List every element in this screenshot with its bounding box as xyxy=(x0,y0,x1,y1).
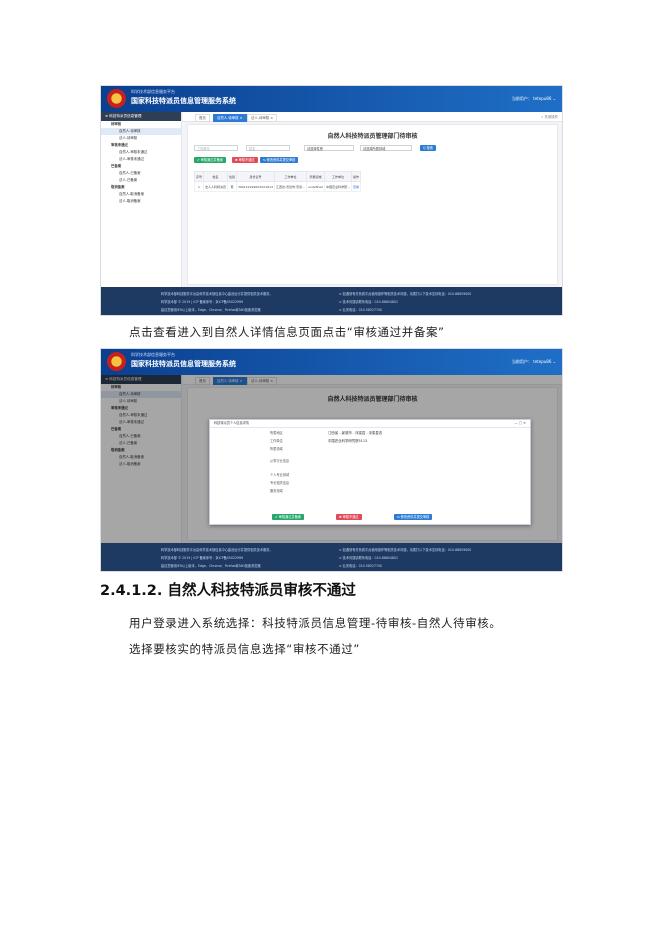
national-emblem-icon xyxy=(107,352,126,371)
detail-field-label: 所属领域 xyxy=(270,447,283,451)
search-button[interactable]: Q 搜索 xyxy=(420,145,436,151)
column-header[interactable]: 姓名 xyxy=(203,171,229,182)
system-subtitle: 科学技术部信息服务平台 xyxy=(131,352,175,357)
screenshot-list-view: 科学技术部信息服务平台 国家科技特派员信息管理服务系统 当前用户： tetepu… xyxy=(100,85,563,316)
tab-natural-pending[interactable]: 自然人-待审核 × xyxy=(213,114,247,122)
footer-line: ⊙ 业务电话：010-58527700 xyxy=(339,308,383,312)
detail-field-label: 专长相关信息 xyxy=(270,481,290,485)
footer-line: 科学技术部科技服务平台由科学技术部信息中心建设运行并提供相关技术服务。 xyxy=(161,292,273,296)
system-subtitle: 科学技术部信息服务平台 xyxy=(131,89,175,94)
main-area: 首页 自然人-待审核 × 法人-待审核 × » 关闭操作 自然人科技特派员管理部… xyxy=(183,112,562,287)
footer: 科学技术部科技服务平台由科学技术部信息中心建设运行并提供相关技术服务。 科学技术… xyxy=(101,287,562,315)
region-value: 江西省 - 景德市 - 浮梁县 - 浮梁县农 xyxy=(328,431,383,435)
current-user-menu[interactable]: 当前用户： tetepu86 ⌄ xyxy=(512,96,556,102)
table-row[interactable]: 1 法人人科特派员男 3601221996XXXX1613 江西省-景德市-景德...… xyxy=(193,181,362,192)
column-header[interactable]: 操作 xyxy=(350,171,362,182)
column-header[interactable]: 工作单位 xyxy=(324,171,352,182)
edit-resubmit-button[interactable]: ⇆ 修改资料并提交审核 xyxy=(260,157,299,163)
modal-title: 科技特派员个人信息详情 xyxy=(214,421,250,425)
sidebar-item[interactable]: 法人-待审核 xyxy=(101,135,181,142)
footer-line: 建议您使用IE9以上版本，Edge、Chrome、Firefox和360极速浏览… xyxy=(161,564,261,568)
sidebar-item[interactable]: 法人-已备案 xyxy=(101,177,181,184)
sidebar-menu: 待审核 自然人-待审核 法人-待审核 审核未通过 自然人-审核未通过 法人-审核未通过 已备… xyxy=(101,121,181,205)
work-unit-value: 中国农业科学研究院5113 xyxy=(328,439,368,443)
screenshot-detail-modal: 科学技术部信息服务平台 国家科技特派员信息管理服务系统 当前用户： tetepu… xyxy=(100,348,563,572)
window-controls-icon[interactable]: — □ ✕ xyxy=(514,420,526,427)
sidebar-item[interactable]: 取消备案 xyxy=(101,184,181,191)
modal-header: 科技特派员个人信息详情 — □ ✕ xyxy=(210,420,530,428)
table-cell: 江西省-景德市-景德... xyxy=(273,181,308,192)
gender-select[interactable]: 请选择性别 xyxy=(304,145,354,151)
table-cell: 男 xyxy=(227,181,238,192)
tab-home[interactable]: 首页 xyxy=(195,114,210,122)
sidebar-item[interactable]: 自然人-已备案 xyxy=(101,170,181,177)
column-header[interactable]: 性别 xyxy=(227,171,238,182)
detail-field-label: 工作单位 xyxy=(270,439,283,443)
reject-button[interactable]: ✖ 审核不通过 xyxy=(336,514,362,520)
caption: 点击查看进入到自然人详情信息页面点击“审核通过并备案” xyxy=(129,325,445,339)
column-header[interactable]: 身份证号 xyxy=(236,171,275,182)
system-title: 国家科技特派员信息管理服务系统 xyxy=(131,97,236,105)
edit-resubmit-button[interactable]: ⇆ 修改资料并提交审核 xyxy=(394,514,433,520)
detail-field-label: 服务领域 xyxy=(270,489,283,493)
view-link[interactable]: 查看 xyxy=(350,181,362,192)
sidebar-item[interactable]: 自然人-待审核 xyxy=(101,128,181,135)
name-filter[interactable]: 姓名 xyxy=(246,145,290,151)
system-title: 国家科技特派员信息管理服务系统 xyxy=(131,360,236,368)
footer-line: ⊙ 业务电话：010-58527700 xyxy=(339,564,383,568)
sidebar-item[interactable]: 已备案 xyxy=(101,163,181,170)
column-header[interactable]: 序号 xyxy=(193,171,205,182)
table-cell: 法人人科特派员 xyxy=(203,181,229,192)
tab-legal-pending[interactable]: 法人-待审核 × xyxy=(247,114,278,122)
footer-line: 建议您使用IE9以上版本，Edge、Chrome、Firefox和360极速浏览… xyxy=(161,308,261,312)
column-header[interactable]: 工作单位 xyxy=(273,171,308,182)
sidebar-item[interactable]: 待审核 xyxy=(101,121,181,128)
approve-button[interactable]: ✔ 审核通过并备案 xyxy=(194,157,226,163)
detail-field-label: 个人专业领域 xyxy=(270,473,290,477)
footer-line: 科学技术部 © 2019 | ICP 备案序号：京ICP备05022999 xyxy=(161,556,244,560)
system-header: 科学技术部信息服务平台 国家科技特派员信息管理服务系统 当前用户： tetepu… xyxy=(101,86,562,112)
footer: 科学技术部科技服务平台由科学技术部信息中心建设运行并提供相关技术服务。 科学技术… xyxy=(101,543,562,571)
tab-bar: 首页 自然人-待审核 × 法人-待审核 × » 关闭操作 xyxy=(183,112,562,122)
footer-line: ⊙ 技术问题请联系电话：010-88654801 xyxy=(339,556,399,560)
detail-field-label: 所属地区 xyxy=(270,431,283,435)
section-heading: 2.4.1.2. 自然人科技特派员审核不通过 xyxy=(100,583,356,599)
sidebar-item[interactable]: 审核未通过 xyxy=(101,142,181,149)
detail-field-label: 从事行业信息 xyxy=(270,459,290,463)
sidebar-item[interactable]: 自然人-取消备案 xyxy=(101,191,181,198)
footer-line: 科学技术部科技服务平台由科学技术部信息中心建设运行并提供相关技术服务。 xyxy=(161,548,273,552)
body-paragraph: 选择要核实的特派员信息选择“审核不通过” xyxy=(129,642,360,656)
footer-line: 科学技术部 © 2019 | ICP 备案序号：京ICP备05022999 xyxy=(161,300,244,304)
national-emblem-icon xyxy=(107,89,126,108)
table-cell: 1 xyxy=(193,181,205,192)
sidebar: ≡ 科技特派员信息管理 待审核 自然人-待审核 法人-待审核 审核未通过 自然人-审核未… xyxy=(101,112,182,287)
work-unit-filter[interactable]: 工作单位 xyxy=(194,145,238,151)
footer-line: ⊙ 技术问题请联系电话：010-88654801 xyxy=(339,300,399,304)
table-cell: 3601221996XXXX1613 xyxy=(236,181,275,192)
pending-review-panel: 自然人科技特派员管理部门待审核 工作单位 姓名 请选择性别 请选择所属领域 Q … xyxy=(187,124,558,285)
body-paragraph: 用户登录进入系统选择：科技特派员信息管理-待审核-自然人待审核。 xyxy=(129,616,502,630)
system-header: 科学技术部信息服务平台 国家科技特派员信息管理服务系统 当前用户： tetepu… xyxy=(101,349,562,375)
footer-line: ⊙ 如遇到有关系统平台使用操作等相关技术问题，请拨打以下技术支持电话：010-8… xyxy=(339,548,472,552)
detail-modal: 科技特派员个人信息详情 — □ ✕ 所属地区工作单位所属领域从事行业信息 个人专业… xyxy=(209,419,531,525)
table-cell: 中国农业科学研... xyxy=(324,181,352,192)
approve-button[interactable]: ✔ 审核通过并备案 xyxy=(272,514,304,520)
sidebar-item[interactable]: 法人-取消备案 xyxy=(101,198,181,205)
column-header[interactable]: 所属领域 xyxy=(306,171,326,182)
table-cell: undefined xyxy=(306,181,326,192)
current-user-menu[interactable]: 当前用户： tetepu86 ⌄ xyxy=(512,359,556,365)
field-select[interactable]: 请选择所属领域 xyxy=(360,145,412,151)
panel-title: 自然人科技特派员管理部门待审核 xyxy=(327,133,418,140)
sidebar-header[interactable]: ≡ 科技特派员信息管理 xyxy=(101,112,181,121)
footer-line: ⊙ 如遇到有关系统平台使用操作等相关技术问题，请拨打以下技术支持电话：010-8… xyxy=(339,292,472,296)
sidebar-item[interactable]: 法人-审核未通过 xyxy=(101,156,181,163)
close-tabs-menu[interactable]: » 关闭操作 xyxy=(541,114,558,119)
reject-button[interactable]: ✖ 审核不通过 xyxy=(232,157,258,163)
sidebar-item[interactable]: 自然人-审核未通过 xyxy=(101,149,181,156)
pending-table: 序号 姓名 性别 身份证号 工作单位 所属领域 工作单位 操作 1 法人人科特派员男 360122… xyxy=(193,171,362,192)
